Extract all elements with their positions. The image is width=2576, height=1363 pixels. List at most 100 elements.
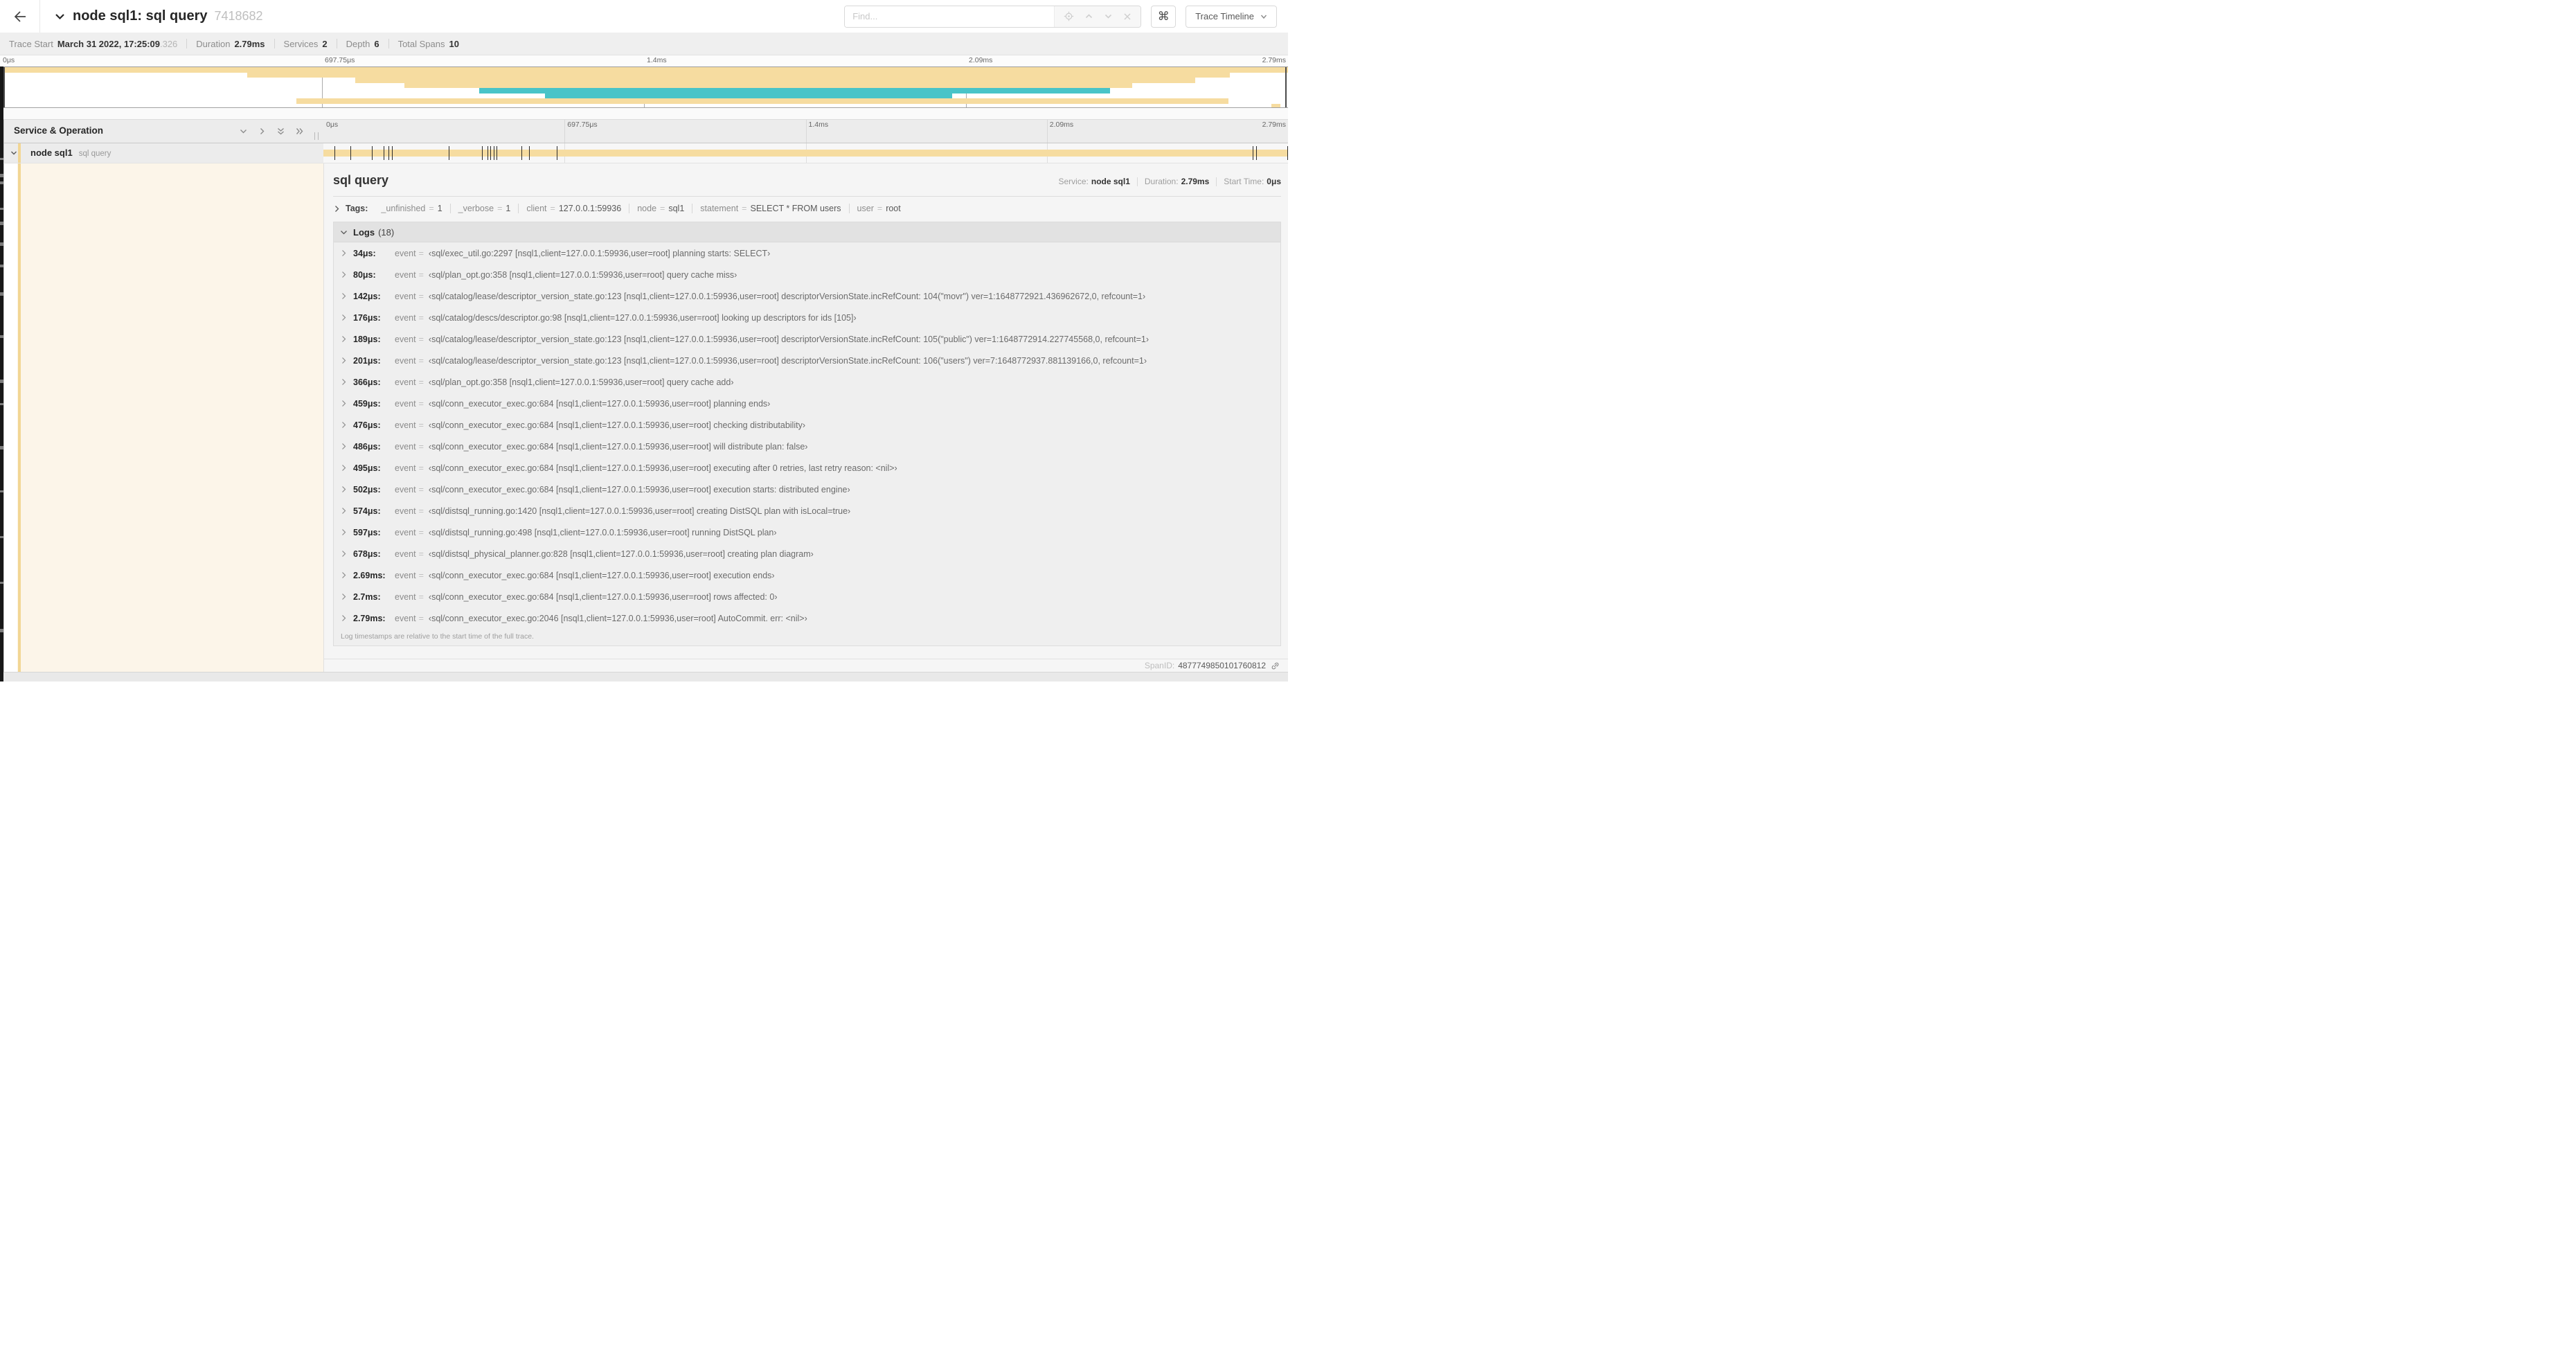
- log-field-value: ‹sql/exec_util.go:2297 [nsql1,client=127…: [428, 248, 771, 258]
- log-row[interactable]: 476μs event = ‹sql/conn_executor_exec.go…: [334, 414, 1280, 436]
- log-field-value: ‹sql/distsql_physical_planner.go:828 [ns…: [428, 549, 814, 559]
- log-field-value: ‹sql/conn_executor_exec.go:684 [nsql1,cl…: [428, 591, 778, 602]
- log-row[interactable]: 176μs event = ‹sql/catalog/descs/descrip…: [334, 307, 1280, 328]
- minimap-span-bar: [296, 98, 1229, 104]
- ruler-tick-label: 697.75μs: [567, 121, 598, 129]
- log-row[interactable]: 2.79ms event = ‹sql/conn_executor_exec.g…: [334, 607, 1280, 629]
- locate-icon[interactable]: [1064, 11, 1074, 21]
- collapse-one-icon[interactable]: [239, 127, 248, 136]
- expand-all-icon[interactable]: [295, 127, 304, 136]
- log-timestamp: 142μs: [353, 292, 395, 301]
- chevron-right-icon: [340, 378, 348, 386]
- chevron-down-icon: [54, 10, 66, 22]
- span-service-name: node sql1 sql query: [30, 148, 111, 158]
- chevron-up-icon[interactable]: [1084, 12, 1093, 21]
- tag-item[interactable]: client = 127.0.0.1:59936: [519, 204, 630, 213]
- equals-sign: =: [418, 398, 424, 409]
- find-input[interactable]: [845, 6, 1055, 27]
- log-row[interactable]: 2.69ms event = ‹sql/conn_executor_exec.g…: [334, 564, 1280, 586]
- equals-sign: =: [418, 527, 424, 537]
- equals-sign: =: [418, 484, 424, 495]
- log-row[interactable]: 366μs event = ‹sql/plan_opt.go:358 [nsql…: [334, 371, 1280, 393]
- collapse-all-icon[interactable]: [276, 127, 285, 136]
- chevron-down-icon[interactable]: [1104, 12, 1113, 21]
- log-field-value: ‹sql/conn_executor_exec.go:684 [nsql1,cl…: [428, 441, 808, 452]
- log-marker-tick: [372, 146, 373, 160]
- log-row[interactable]: 142μs event = ‹sql/catalog/lease/descrip…: [334, 285, 1280, 307]
- tag-item[interactable]: user = root: [850, 204, 909, 213]
- equals-sign: =: [418, 355, 424, 366]
- log-marker-tick: [388, 146, 389, 160]
- log-row[interactable]: 486μs event = ‹sql/conn_executor_exec.go…: [334, 436, 1280, 457]
- equals-sign: =: [418, 613, 424, 623]
- log-marker-tick: [334, 146, 335, 160]
- view-selector-button[interactable]: Trace Timeline: [1186, 5, 1277, 28]
- span-row[interactable]: node sql1 sql query: [0, 143, 1288, 163]
- left-scroll-strip[interactable]: [0, 66, 3, 682]
- span-table-header: Service & Operation 0μs 697.75μs 1.4ms 2.09…: [0, 119, 1288, 143]
- logs-title: Logs: [353, 226, 375, 238]
- trace-collapse-toggle[interactable]: [54, 10, 66, 22]
- log-row[interactable]: 678μs event = ‹sql/distsql_physical_plan…: [334, 543, 1280, 564]
- log-field-name: event: [395, 441, 416, 452]
- log-field-value: ‹sql/catalog/lease/descriptor_version_st…: [428, 355, 1147, 366]
- tag-item[interactable]: _unfinished = 1: [373, 204, 451, 213]
- tag-item[interactable]: statement = SELECT * FROM users: [692, 204, 850, 213]
- minimap-canvas[interactable]: [0, 66, 1288, 108]
- column-resizer-grip[interactable]: [314, 132, 319, 140]
- tag-item[interactable]: _verbose = 1: [451, 204, 519, 213]
- minimap-right-handle[interactable]: [1285, 67, 1287, 107]
- log-field-name: event: [395, 291, 416, 301]
- span-detail-name-column[interactable]: [3, 163, 323, 672]
- close-icon[interactable]: [1123, 12, 1132, 21]
- span-id-footer: SpanID: 4877749850101760812: [324, 659, 1288, 672]
- log-timestamp: 502μs: [353, 485, 395, 495]
- log-row[interactable]: 502μs event = ‹sql/conn_executor_exec.go…: [334, 479, 1280, 500]
- log-marker-tick: [481, 146, 483, 160]
- chevron-right-icon: [340, 249, 348, 257]
- log-row[interactable]: 189μs event = ‹sql/catalog/lease/descrip…: [334, 328, 1280, 350]
- chevron-right-icon: [340, 271, 348, 278]
- back-button[interactable]: [0, 0, 40, 33]
- log-field-name: event: [395, 570, 416, 580]
- log-timestamp: 459μs: [353, 399, 395, 409]
- tags-row[interactable]: Tags: _unfinished = 1 _verbose = 1 client = 12…: [333, 204, 1281, 213]
- log-field-value: ‹sql/catalog/lease/descriptor_version_st…: [428, 291, 1146, 301]
- log-row[interactable]: 574μs event = ‹sql/distsql_running.go:14…: [334, 500, 1280, 522]
- expand-one-icon[interactable]: [258, 127, 267, 136]
- span-id-value: 4877749850101760812: [1178, 661, 1266, 670]
- log-row[interactable]: 459μs event = ‹sql/conn_executor_exec.go…: [334, 393, 1280, 414]
- chevron-down-icon: [340, 229, 348, 236]
- keyboard-shortcuts-button[interactable]: ⌘: [1151, 5, 1177, 28]
- logs-header[interactable]: Logs (18): [334, 222, 1280, 242]
- span-operation-name: sql query: [78, 150, 111, 158]
- chevron-down-icon: [1260, 13, 1267, 20]
- log-row[interactable]: 2.7ms event = ‹sql/conn_executor_exec.go…: [334, 586, 1280, 607]
- log-row[interactable]: 495μs event = ‹sql/conn_executor_exec.go…: [334, 457, 1280, 479]
- span-name-column: node sql1 sql query: [3, 143, 323, 163]
- logs-block: Logs (18) 34μs event = ‹sql/exec_util.go…: [333, 222, 1281, 646]
- equals-sign: =: [418, 463, 424, 473]
- tag-item[interactable]: node = sql1: [629, 204, 693, 213]
- log-row[interactable]: 201μs event = ‹sql/catalog/lease/descrip…: [334, 350, 1280, 371]
- chevron-right-icon: [340, 400, 348, 407]
- log-timestamp: 366μs: [353, 377, 395, 387]
- log-row[interactable]: 34μs event = ‹sql/exec_util.go:2297 [nsq…: [334, 242, 1280, 264]
- log-row[interactable]: 597μs event = ‹sql/distsql_running.go:49…: [334, 522, 1280, 543]
- log-row[interactable]: 80μs event = ‹sql/plan_opt.go:358 [nsql1…: [334, 264, 1280, 285]
- chevron-right-icon: [340, 443, 348, 450]
- log-marker-tick: [529, 146, 530, 160]
- divider: [186, 39, 188, 48]
- chevron-down-icon[interactable]: [10, 149, 18, 157]
- link-icon[interactable]: [1271, 661, 1280, 670]
- chevron-right-icon: [340, 292, 348, 300]
- minimap-left-handle[interactable]: [3, 67, 5, 107]
- log-field-value: ‹sql/conn_executor_exec.go:684 [nsql1,cl…: [428, 463, 897, 473]
- minimap-span-bar: [355, 78, 1196, 83]
- logs-count: (18): [378, 226, 395, 238]
- span-color-stripe: [18, 163, 21, 672]
- gridline: [1046, 120, 1048, 143]
- log-field-name: event: [395, 420, 416, 430]
- span-bar-area[interactable]: [323, 143, 1288, 163]
- equals-sign: =: [418, 420, 424, 430]
